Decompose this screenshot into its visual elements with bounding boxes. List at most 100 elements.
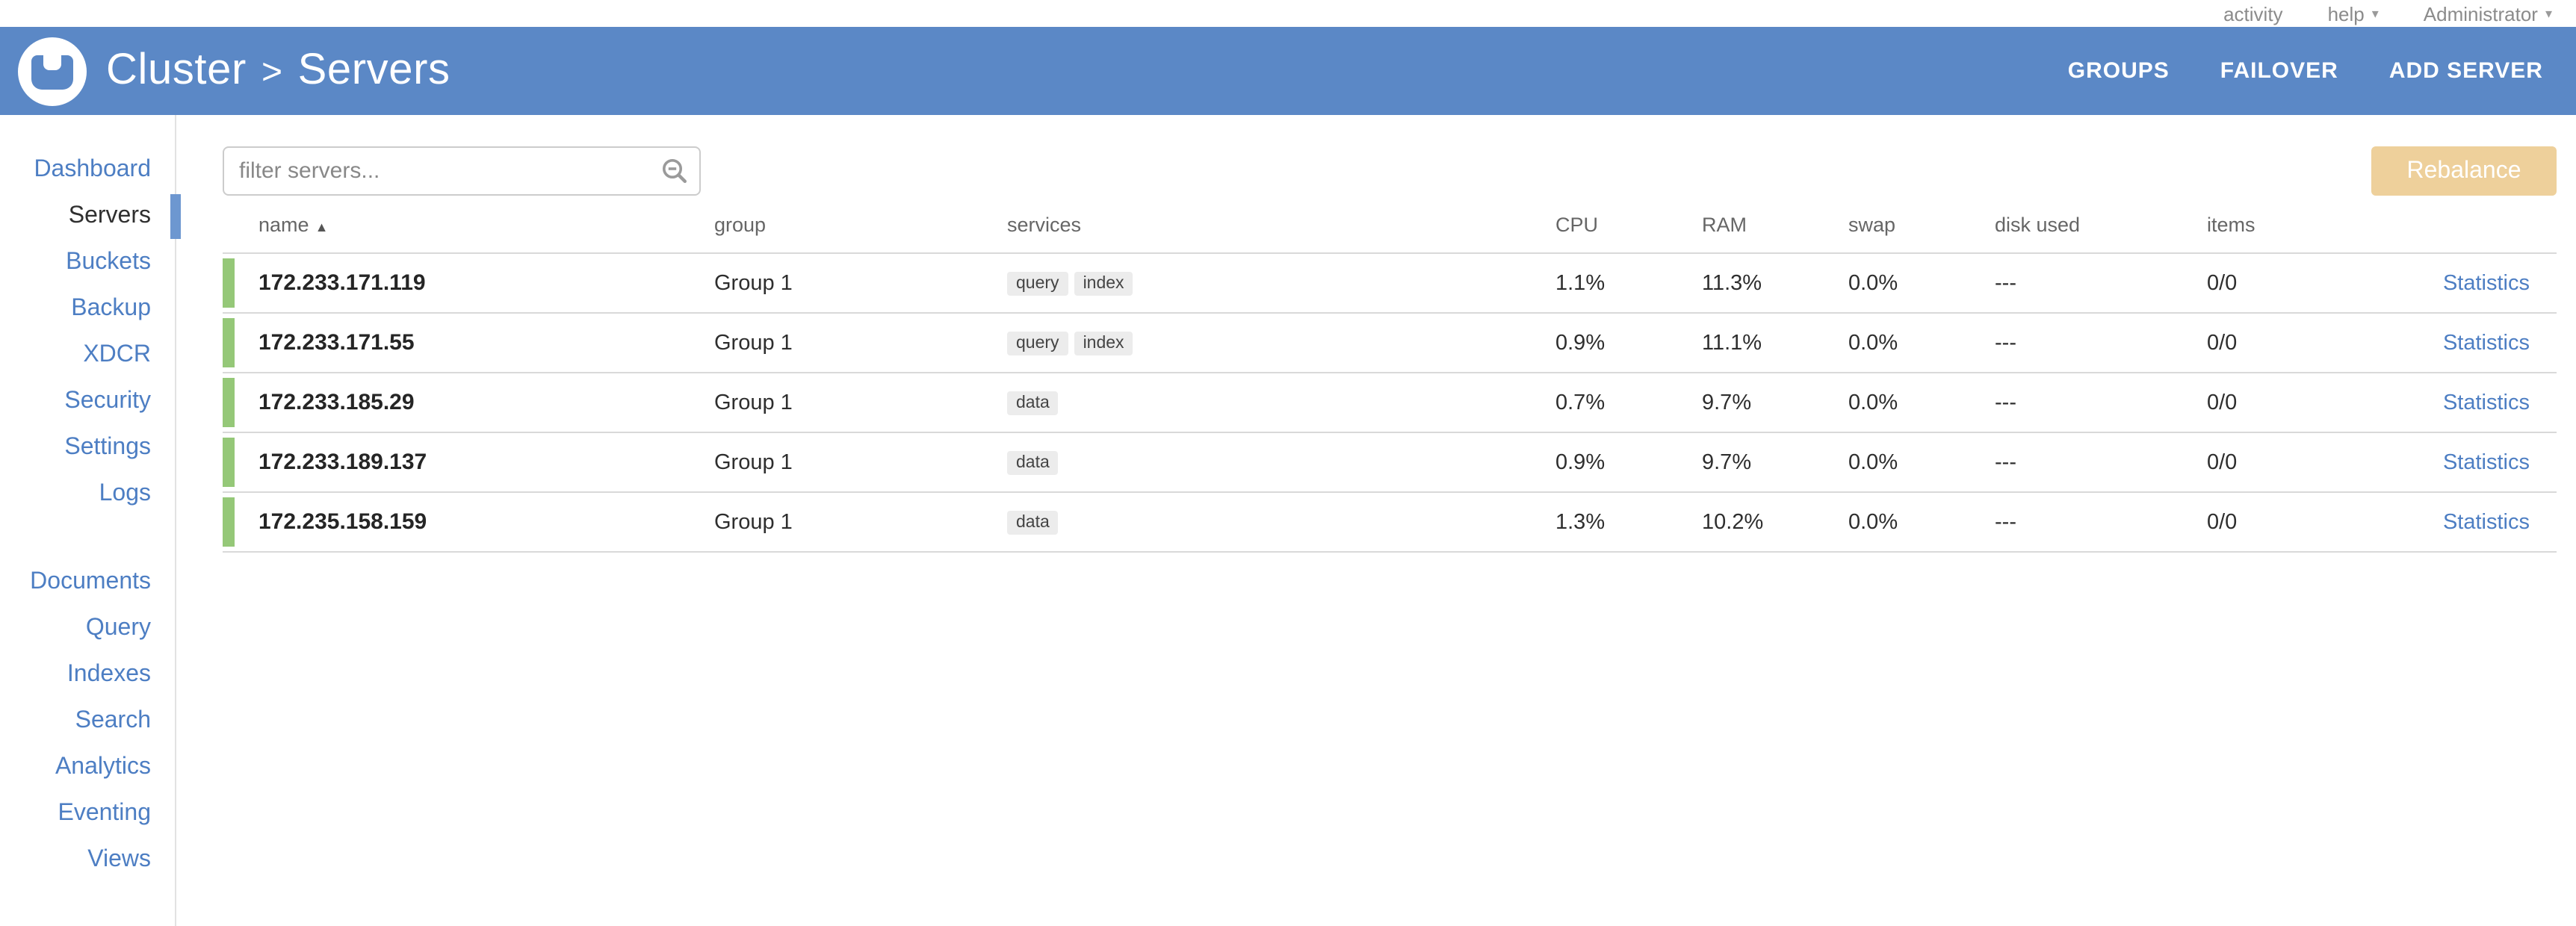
breadcrumb-separator: > [261,52,283,93]
couchbase-logo-icon [18,37,87,105]
server-items: 0/0 [2207,271,2389,295]
sidebar-item-label: XDCR [83,342,151,367]
server-disk-used: --- [1995,271,2207,295]
sidebar-item-settings[interactable]: Settings [0,424,175,470]
sidebar-item-search[interactable]: Search [0,697,175,744]
server-name: 172.233.171.119 [258,270,426,296]
server-disk-used: --- [1995,391,2207,414]
server-disk-used: --- [1995,450,2207,474]
service-badge: index [1074,332,1133,355]
sidebar-item-label: Security [64,388,151,414]
caret-down-icon: ▾ [2545,7,2552,20]
topbar-item-label: activity [2223,2,2282,25]
rebalance-button[interactable]: Rebalance [2371,146,2557,196]
statistics-link[interactable]: Statistics [2443,510,2530,534]
server-swap: 0.0% [1848,271,1995,295]
server-row[interactable]: 172.233.171.55 Group 1 queryindex 0.9% 1… [223,314,2557,373]
sidebar-item-label: Analytics [55,754,151,780]
server-row[interactable]: 172.233.189.137 Group 1 data 0.9% 9.7% 0… [223,433,2557,493]
sidebar-item-servers[interactable]: Servers [0,193,175,239]
statistics-cell: Statistics [2389,510,2557,534]
server-name: 172.233.171.55 [258,330,415,355]
server-row[interactable]: 172.233.171.119 Group 1 queryindex 1.1% … [223,254,2557,314]
server-row[interactable]: 172.235.158.159 Group 1 data 1.3% 10.2% … [223,493,2557,553]
sidebar-item-buckets[interactable]: Buckets [0,239,175,285]
topbar-item-administrator[interactable]: Administrator▾ [2424,2,2552,25]
server-disk-used: --- [1995,331,2207,355]
filter-field-wrap [223,146,701,196]
sidebar-item-security[interactable]: Security [0,378,175,424]
sidebar-item-logs[interactable]: Logs [0,470,175,517]
column-header-items[interactable]: items [2207,213,2389,235]
server-name-cell: 172.233.185.29 [223,390,714,415]
sidebar-item-label: Indexes [67,662,151,687]
server-group: Group 1 [714,331,1007,355]
breadcrumb-page: Servers [298,46,451,96]
column-header-ram[interactable]: RAM [1702,213,1848,235]
server-cpu: 0.9% [1555,450,1702,474]
health-indicator-bar [223,438,235,487]
sidebar-item-dashboard[interactable]: Dashboard [0,146,175,193]
add-server-button[interactable]: ADD SERVER [2389,58,2543,84]
sidebar-nav: DashboardServersBuckets Backup XDCR Securit… [0,115,176,926]
couchbase-console: activityhelp▾Administrator▾ Cluster > Se… [0,0,2576,926]
server-row[interactable]: 172.233.185.29 Group 1 data 0.7% 9.7% 0.… [223,373,2557,433]
service-badge: data [1007,451,1059,475]
filter-input[interactable] [223,146,701,196]
server-name-cell: 172.233.189.137 [223,450,714,475]
server-group: Group 1 [714,271,1007,295]
health-indicator-bar [223,378,235,427]
server-ram: 11.1% [1702,331,1848,355]
statistics-cell: Statistics [2389,331,2557,355]
topbar-item-label: help [2328,2,2365,25]
column-header-services[interactable]: services [1007,213,1555,235]
servers-table-body: 172.233.171.119 Group 1 queryindex 1.1% … [223,254,2557,553]
sidebar-item-views[interactable]: Views [0,836,175,883]
sidebar-item-label: Documents [30,569,151,594]
server-name-cell: 172.233.171.55 [223,330,714,355]
column-header-name[interactable]: name▲ [223,213,714,235]
groups-button[interactable]: GROUPS [2068,58,2170,84]
statistics-link[interactable]: Statistics [2443,331,2530,355]
column-header-swap[interactable]: swap [1848,213,1995,235]
sidebar-item-query[interactable]: Query [0,605,175,651]
sidebar-item-indexes[interactable]: Indexes [0,651,175,697]
service-badge: query [1007,272,1068,296]
statistics-cell: Statistics [2389,450,2557,474]
sidebar-item-documents[interactable]: Documents [0,559,175,605]
server-group: Group 1 [714,391,1007,414]
column-header-cpu[interactable]: CPU [1555,213,1702,235]
server-ram: 9.7% [1702,391,1848,414]
server-items: 0/0 [2207,450,2389,474]
active-item-indicator [170,194,181,239]
statistics-link[interactable]: Statistics [2443,450,2530,474]
servers-table-header: name▲ group services CPU RAM swap disk u… [223,196,2557,254]
topbar-item-activity[interactable]: activity [2223,2,2282,25]
column-header-group[interactable]: group [714,213,1007,235]
server-cpu: 1.1% [1555,271,1702,295]
service-badge: query [1007,332,1068,355]
sidebar-item-eventing[interactable]: Eventing [0,790,175,836]
breadcrumb-cluster: Cluster [106,46,247,96]
topbar-item-help[interactable]: help▾ [2328,2,2379,25]
couch-glyph [31,55,73,89]
server-swap: 0.0% [1848,450,1995,474]
server-ram: 9.7% [1702,450,1848,474]
statistics-link[interactable]: Statistics [2443,271,2530,295]
failover-button[interactable]: FAILOVER [2220,58,2338,84]
sidebar-item-backup[interactable]: Backup [0,285,175,332]
sort-asc-icon: ▲ [315,219,329,234]
column-header-disk-used[interactable]: disk used [1995,213,2207,235]
statistics-link[interactable]: Statistics [2443,391,2530,414]
health-indicator-bar [223,497,235,547]
server-ram: 11.3% [1702,271,1848,295]
sidebar-group: DashboardServersBuckets Backup XDCR Securit… [0,146,175,517]
sidebar-item-xdcr[interactable]: XDCR [0,332,175,378]
server-items: 0/0 [2207,331,2389,355]
sidebar-item-label: Backup [71,296,151,321]
server-cpu: 1.3% [1555,510,1702,534]
utility-topbar: activityhelp▾Administrator▾ [0,0,2576,27]
server-group: Group 1 [714,510,1007,534]
sidebar-item-analytics[interactable]: Analytics [0,744,175,790]
service-badge: data [1007,391,1059,415]
